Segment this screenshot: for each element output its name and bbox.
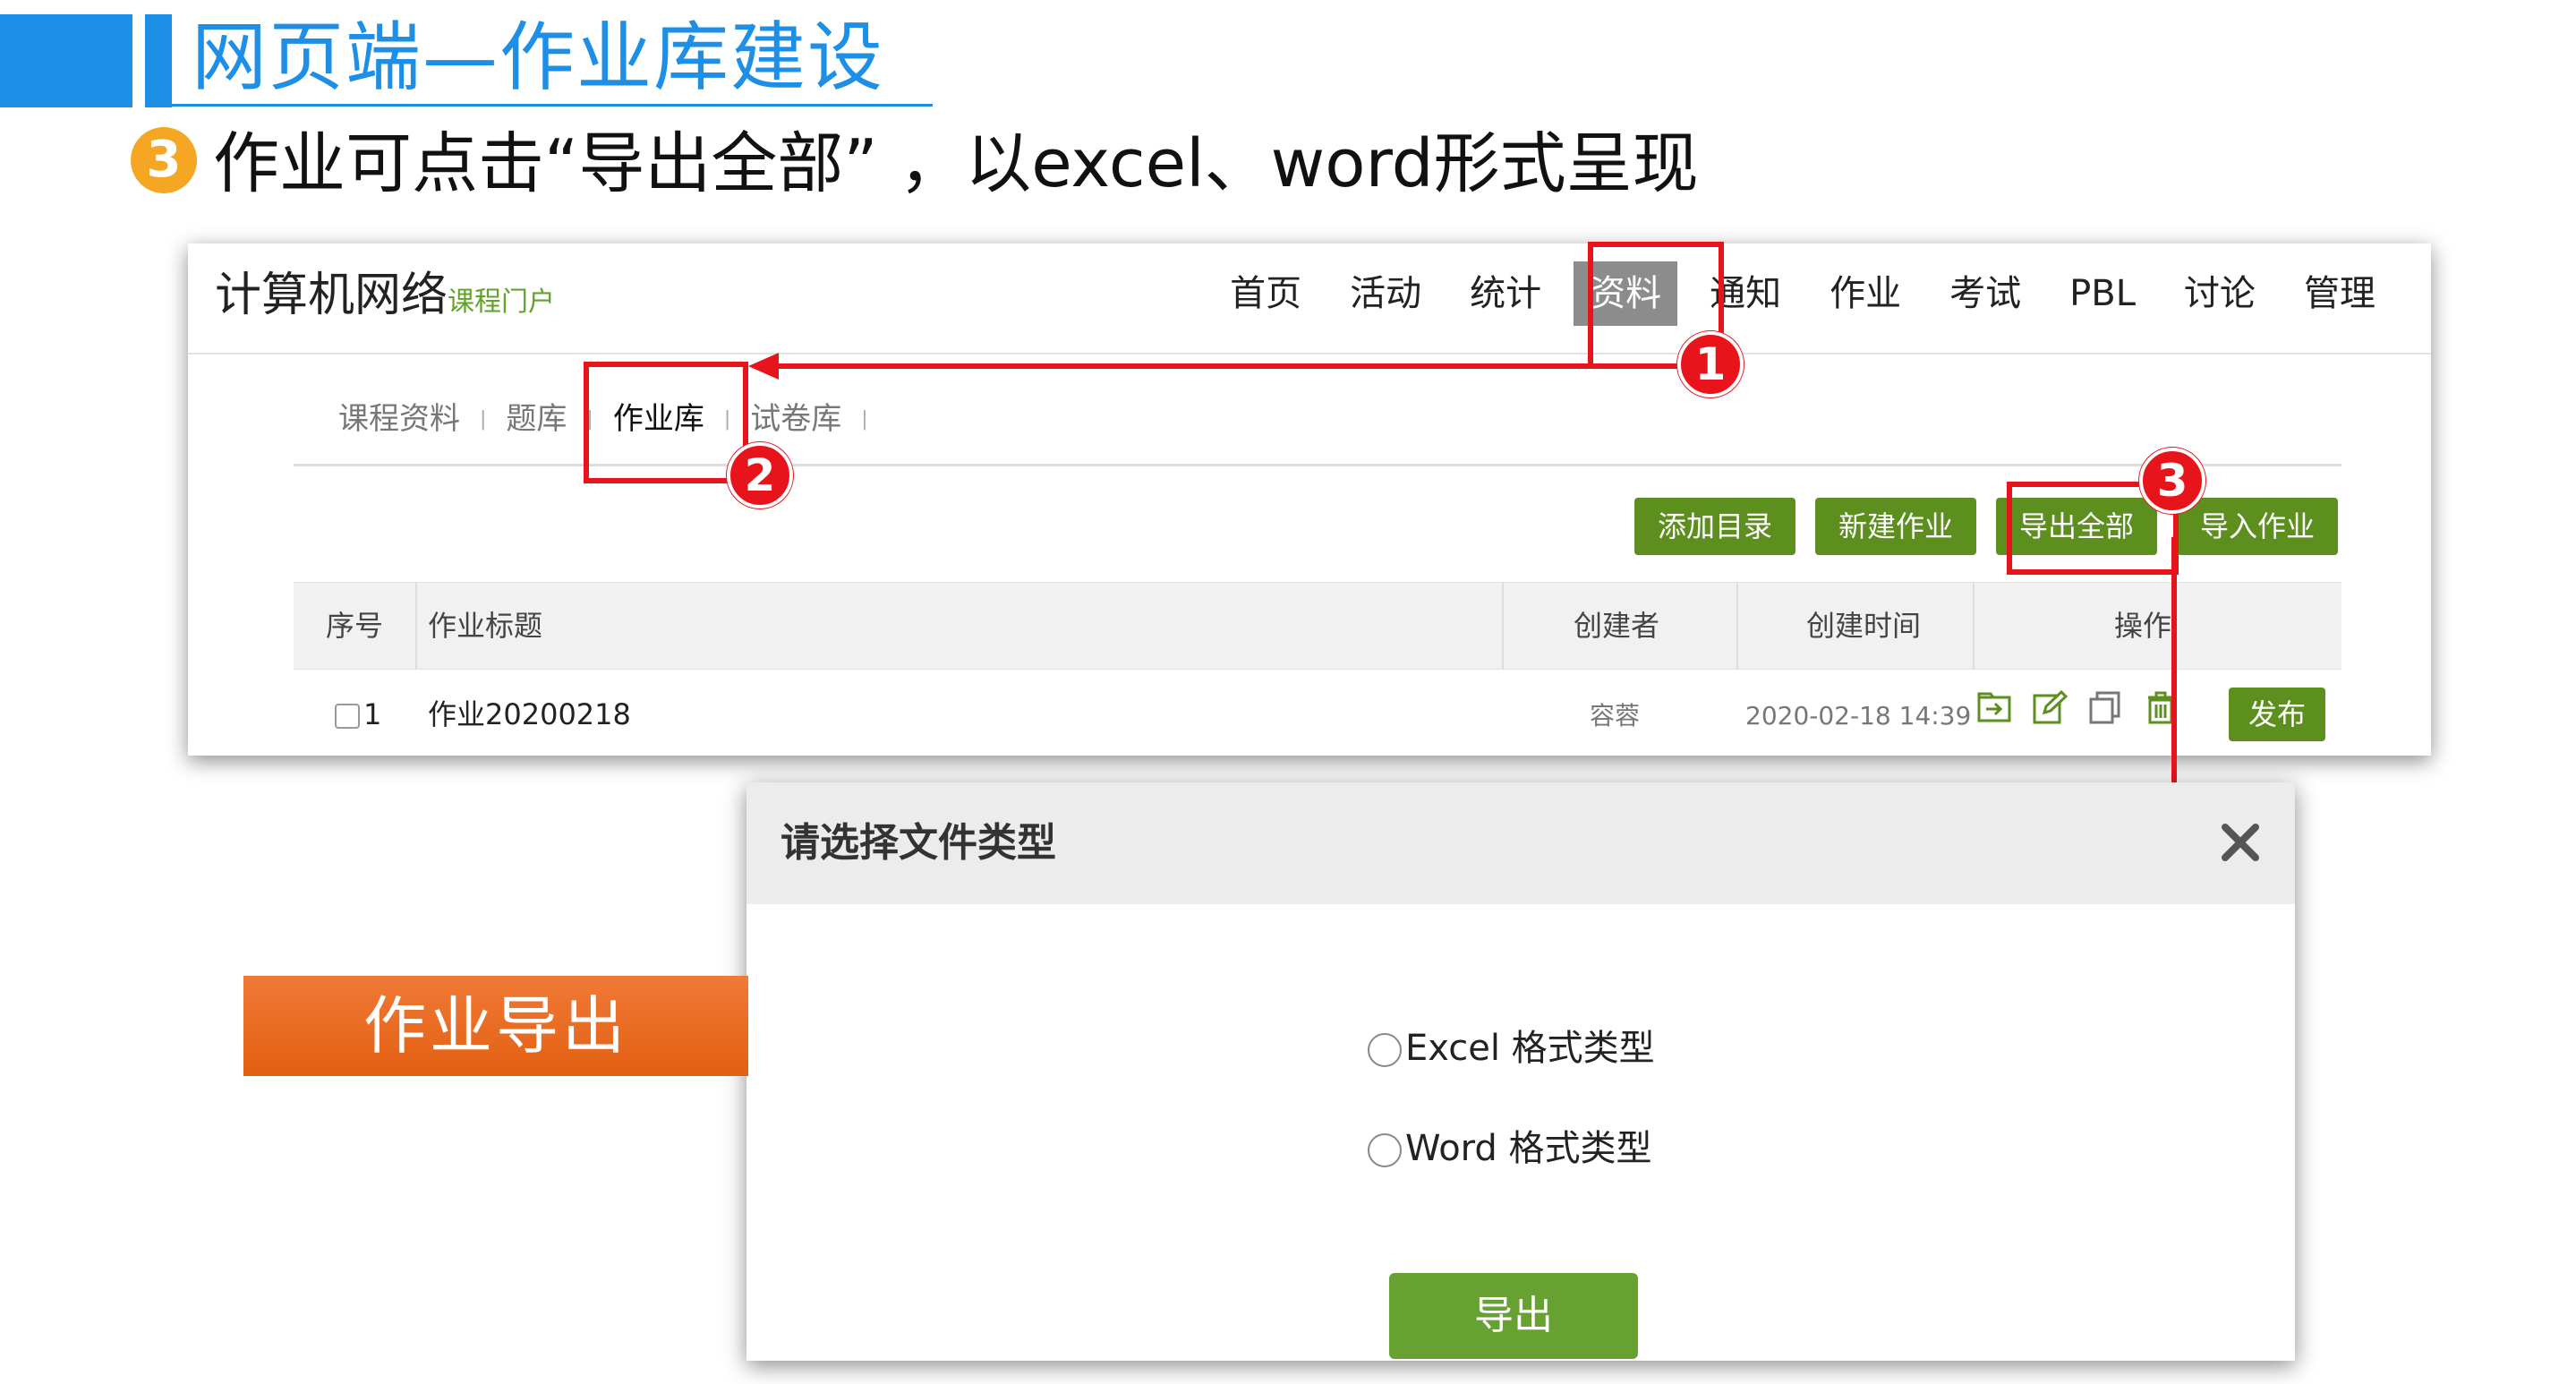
nav-homework[interactable]: 作业 (1813, 261, 1917, 326)
marker-2: 2 (727, 442, 793, 508)
nav-home[interactable]: 首页 (1214, 261, 1318, 326)
row-creator: 容蓉 (1590, 701, 1641, 730)
publish-button[interactable]: 发布 (2229, 688, 2325, 741)
row-index-number: 1 (363, 697, 382, 731)
nav-discussion[interactable]: 讨论 (2168, 261, 2272, 326)
arrow-left-icon (748, 353, 779, 380)
copy-icon[interactable] (2087, 689, 2123, 725)
close-icon[interactable] (2213, 815, 2268, 870)
course-portal-subtitle: 课程门户 (448, 286, 556, 318)
nav-exam[interactable]: 考试 (1933, 261, 2037, 326)
col-separator (1973, 583, 1975, 669)
row-checkbox[interactable] (335, 704, 360, 729)
col-creator: 创建者 (1574, 609, 1660, 643)
col-created-time: 创建时间 (1806, 609, 1922, 643)
export-button[interactable]: 导出 (1389, 1273, 1638, 1359)
nav-manage[interactable]: 管理 (2288, 261, 2392, 326)
add-directory-button[interactable]: 添加目录 (1633, 498, 1796, 555)
row-created-time: 2020-02-18 14:39 (1745, 701, 1972, 730)
dialog-title: 请选择文件类型 (780, 820, 1056, 866)
row-title[interactable]: 作业20200218 (428, 688, 631, 741)
action-buttons: 添加目录 新建作业 导出全部 导入作业 (1633, 498, 2338, 555)
export-dialog: 请选择文件类型 Excel 格式类型 Word 格式类型 导出 (746, 782, 2295, 1361)
col-index: 序号 (326, 609, 384, 643)
nav-divider (188, 353, 2431, 355)
col-separator (1502, 583, 1504, 669)
tab-course-materials[interactable]: 课程资料 (319, 394, 480, 444)
import-homework-button[interactable]: 导入作业 (2176, 498, 2338, 555)
tab-separator: | (861, 407, 868, 431)
callout-arrow-line (772, 363, 1715, 369)
col-title: 作业标题 (428, 609, 543, 643)
tab-paper-bank[interactable]: 试卷库 (730, 394, 861, 444)
move-folder-icon[interactable] (1976, 689, 2012, 725)
slide-title-underline (172, 104, 933, 107)
header-accent-bar (0, 14, 132, 107)
option-word-label: Word 格式类型 (1405, 1128, 1652, 1169)
callout-arrow-down-line (2171, 537, 2177, 790)
step-number-badge: 3 (131, 127, 197, 193)
top-nav: 首页 活动 统计 资料 通知 作业 考试 PBL 讨论 管理 (1214, 261, 2392, 326)
option-excel[interactable]: Excel 格式类型 (1368, 1017, 1655, 1080)
row-operations (1976, 689, 2179, 725)
nav-activity[interactable]: 活动 (1334, 261, 1437, 326)
edit-icon[interactable] (2032, 689, 2068, 725)
col-separator (1736, 583, 1738, 669)
slide-title: 网页端—作业库建设 (192, 13, 885, 101)
marker-1: 1 (1677, 331, 1744, 397)
radio-word[interactable] (1368, 1133, 1402, 1167)
dialog-header: 请选择文件类型 (746, 782, 2295, 904)
homework-export-label: 作业导出 (243, 976, 748, 1076)
step-description: 作业可点击“导出全部” ，以excel、word形式呈现 (213, 125, 1699, 202)
radio-excel[interactable] (1368, 1033, 1402, 1067)
col-separator (415, 583, 417, 669)
course-name: 计算机网络课程门户 (215, 260, 555, 338)
option-word[interactable]: Word 格式类型 (1368, 1117, 1652, 1180)
callout-box-homework-bank (584, 362, 748, 483)
header-accent-bar-small (145, 14, 172, 107)
row-index: 1 (335, 688, 381, 741)
marker-3: 3 (2139, 448, 2205, 514)
tab-separator: | (480, 407, 487, 431)
option-excel-label: Excel 格式类型 (1405, 1028, 1655, 1069)
nav-statistics[interactable]: 统计 (1454, 261, 1557, 326)
table-header: 序号 作业标题 创建者 创建时间 操作 (294, 582, 2341, 670)
tab-question-bank[interactable]: 题库 (486, 394, 586, 444)
new-homework-button[interactable]: 新建作业 (1814, 498, 1976, 555)
course-name-text: 计算机网络 (215, 269, 448, 322)
nav-pbl[interactable]: PBL (2053, 261, 2152, 326)
col-operations: 操作 (2114, 609, 2172, 643)
